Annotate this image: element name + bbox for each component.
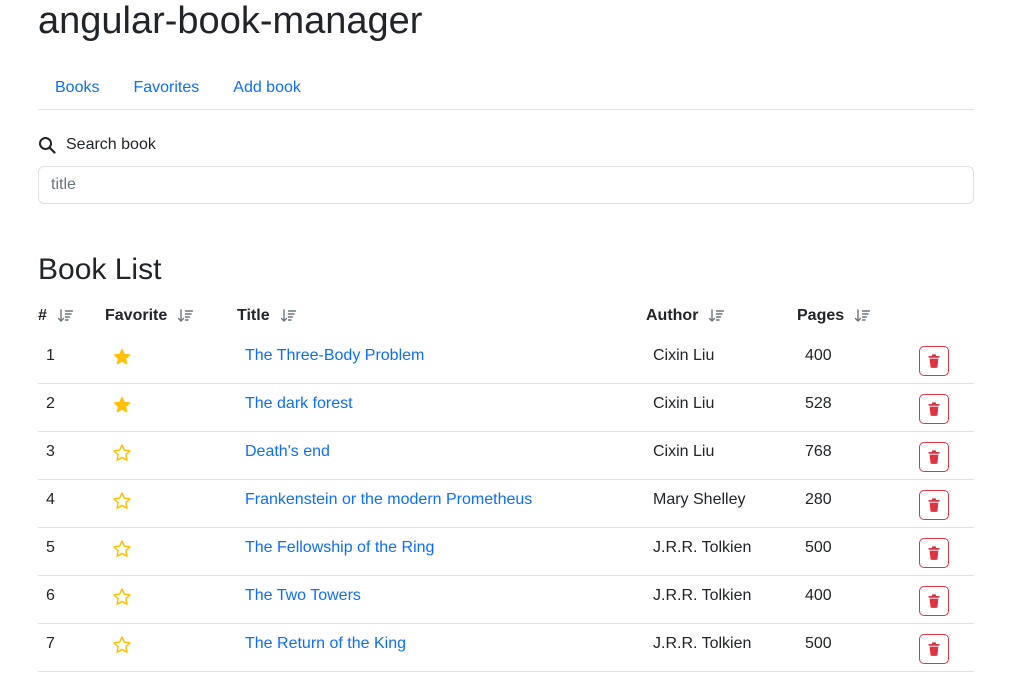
column-header-title: Title [237, 305, 296, 327]
sort-icon[interactable] [854, 308, 871, 324]
delete-button[interactable] [919, 442, 949, 472]
delete-button[interactable] [919, 346, 949, 376]
sort-icon[interactable] [177, 308, 194, 324]
search-input[interactable] [38, 166, 974, 204]
book-title-link[interactable]: The Two Towers [245, 585, 361, 607]
table-row: 3 Death's end Cixin Liu 768 [38, 432, 974, 480]
row-number: 6 [46, 587, 55, 604]
star-outline-icon[interactable] [112, 443, 132, 463]
app-root: angular-book-manager Books Favorites Add… [0, 0, 1009, 681]
book-author: Cixin Liu [653, 395, 715, 412]
book-author: Mary Shelley [653, 491, 746, 508]
table-row: 1 The Three-Body Problem Cixin Liu 400 [38, 336, 974, 384]
trash-icon [928, 498, 940, 512]
book-author: Cixin Liu [653, 347, 715, 364]
star-outline-icon[interactable] [112, 587, 132, 607]
column-header-number: # [38, 305, 73, 327]
column-header-pages: Pages [797, 305, 871, 327]
app-title: angular-book-manager [38, 0, 423, 42]
column-label: Author [646, 307, 699, 324]
sort-icon[interactable] [57, 308, 73, 324]
book-list-heading: Book List [38, 253, 162, 286]
book-title-link[interactable]: Death's end [245, 441, 330, 463]
book-table: # Favorite Title Author Pages 1 The Thre… [38, 296, 974, 672]
book-author: J.R.R. Tolkien [653, 635, 752, 652]
trash-icon [928, 594, 940, 608]
row-number: 5 [46, 539, 55, 556]
book-author: J.R.R. Tolkien [653, 539, 752, 556]
book-pages: 500 [805, 539, 832, 556]
book-title-link[interactable]: Frankenstein or the modern Prometheus [245, 489, 532, 511]
table-row: 6 The Two Towers J.R.R. Tolkien 400 [38, 576, 974, 624]
delete-button[interactable] [919, 394, 949, 424]
delete-button[interactable] [919, 538, 949, 568]
search-icon [39, 137, 56, 154]
nav-item-add-book[interactable]: Add book [216, 70, 318, 106]
row-number: 4 [46, 491, 55, 508]
book-title-link[interactable]: The Fellowship of the Ring [245, 537, 434, 559]
delete-button[interactable] [919, 634, 949, 664]
row-number: 3 [46, 443, 55, 460]
book-pages: 280 [805, 491, 832, 508]
column-header-favorite: Favorite [105, 305, 194, 327]
book-pages: 400 [805, 347, 832, 364]
star-filled-icon[interactable] [112, 347, 132, 367]
column-header-author: Author [646, 305, 725, 327]
nav-item-books[interactable]: Books [38, 70, 116, 106]
book-title-link[interactable]: The Three-Body Problem [245, 345, 424, 367]
trash-icon [928, 642, 940, 656]
table-row: 7 The Return of the King J.R.R. Tolkien … [38, 624, 974, 672]
table-header: # Favorite Title Author Pages [38, 296, 974, 336]
trash-icon [928, 546, 940, 560]
trash-icon [928, 450, 940, 464]
book-pages: 768 [805, 443, 832, 460]
sort-icon[interactable] [280, 308, 296, 324]
column-label: Favorite [105, 307, 168, 324]
nav-item-favorites[interactable]: Favorites [116, 70, 216, 106]
sort-icon[interactable] [708, 308, 725, 324]
delete-button[interactable] [919, 586, 949, 616]
nav-tabs: Books Favorites Add book [38, 70, 974, 110]
search-label: Search book [66, 136, 156, 153]
row-number: 2 [46, 395, 55, 412]
book-author: Cixin Liu [653, 443, 715, 460]
trash-icon [928, 354, 940, 368]
star-outline-icon[interactable] [112, 539, 132, 559]
row-number: 1 [46, 347, 55, 364]
book-title-link[interactable]: The Return of the King [245, 633, 406, 655]
delete-button[interactable] [919, 490, 949, 520]
book-pages: 500 [805, 635, 832, 652]
table-row: 2 The dark forest Cixin Liu 528 [38, 384, 974, 432]
trash-icon [928, 402, 940, 416]
table-row: 4 Frankenstein or the modern Prometheus … [38, 480, 974, 528]
book-title-link[interactable]: The dark forest [245, 393, 353, 415]
table-body: 1 The Three-Body Problem Cixin Liu 400 2… [38, 336, 974, 672]
book-pages: 400 [805, 587, 832, 604]
column-label: # [38, 307, 47, 324]
book-pages: 528 [805, 395, 832, 412]
column-label: Title [237, 307, 270, 324]
search-label-group: Search book [38, 134, 156, 156]
column-label: Pages [797, 307, 845, 324]
star-outline-icon[interactable] [112, 491, 132, 511]
book-author: J.R.R. Tolkien [653, 587, 752, 604]
star-outline-icon[interactable] [112, 635, 132, 655]
row-number: 7 [46, 635, 55, 652]
table-row: 5 The Fellowship of the Ring J.R.R. Tolk… [38, 528, 974, 576]
star-filled-icon[interactable] [112, 395, 132, 415]
